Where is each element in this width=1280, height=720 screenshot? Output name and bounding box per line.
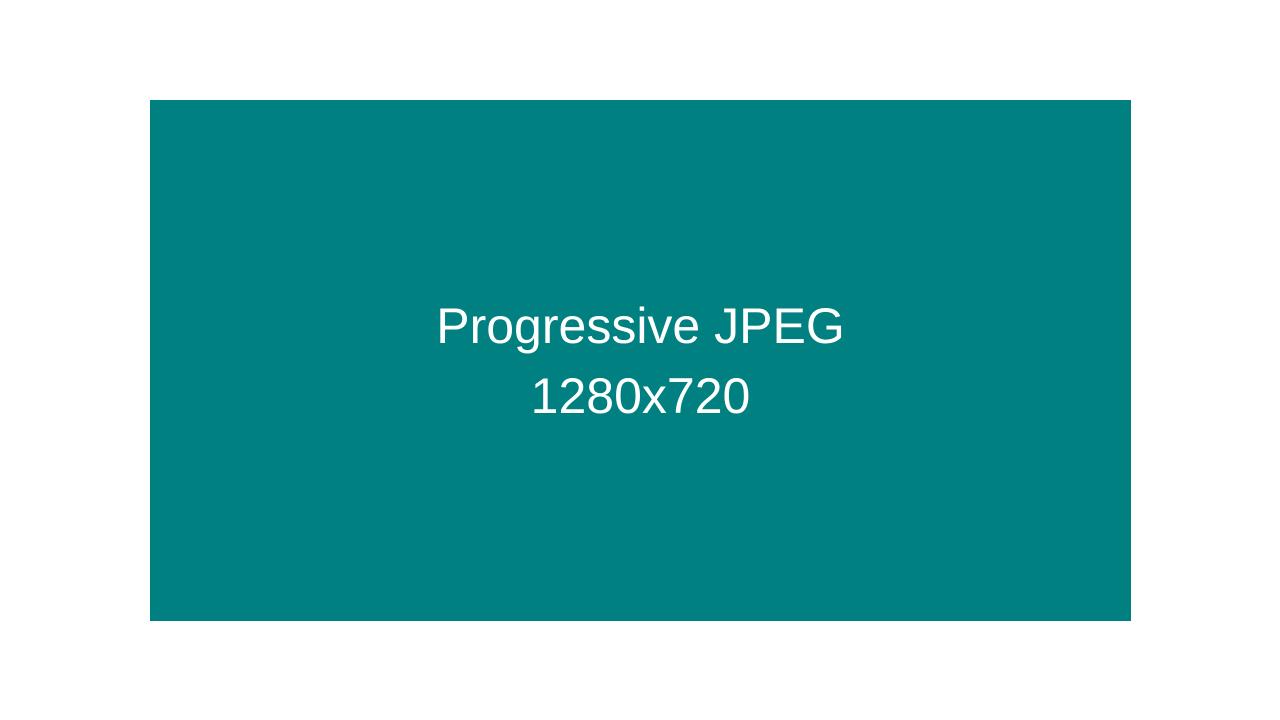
page-background: Progressive JPEG 1280x720 <box>0 0 1280 720</box>
panel-dimensions: 1280x720 <box>530 367 751 424</box>
panel-title: Progressive JPEG <box>436 297 845 354</box>
placeholder-panel: Progressive JPEG 1280x720 <box>150 100 1131 621</box>
